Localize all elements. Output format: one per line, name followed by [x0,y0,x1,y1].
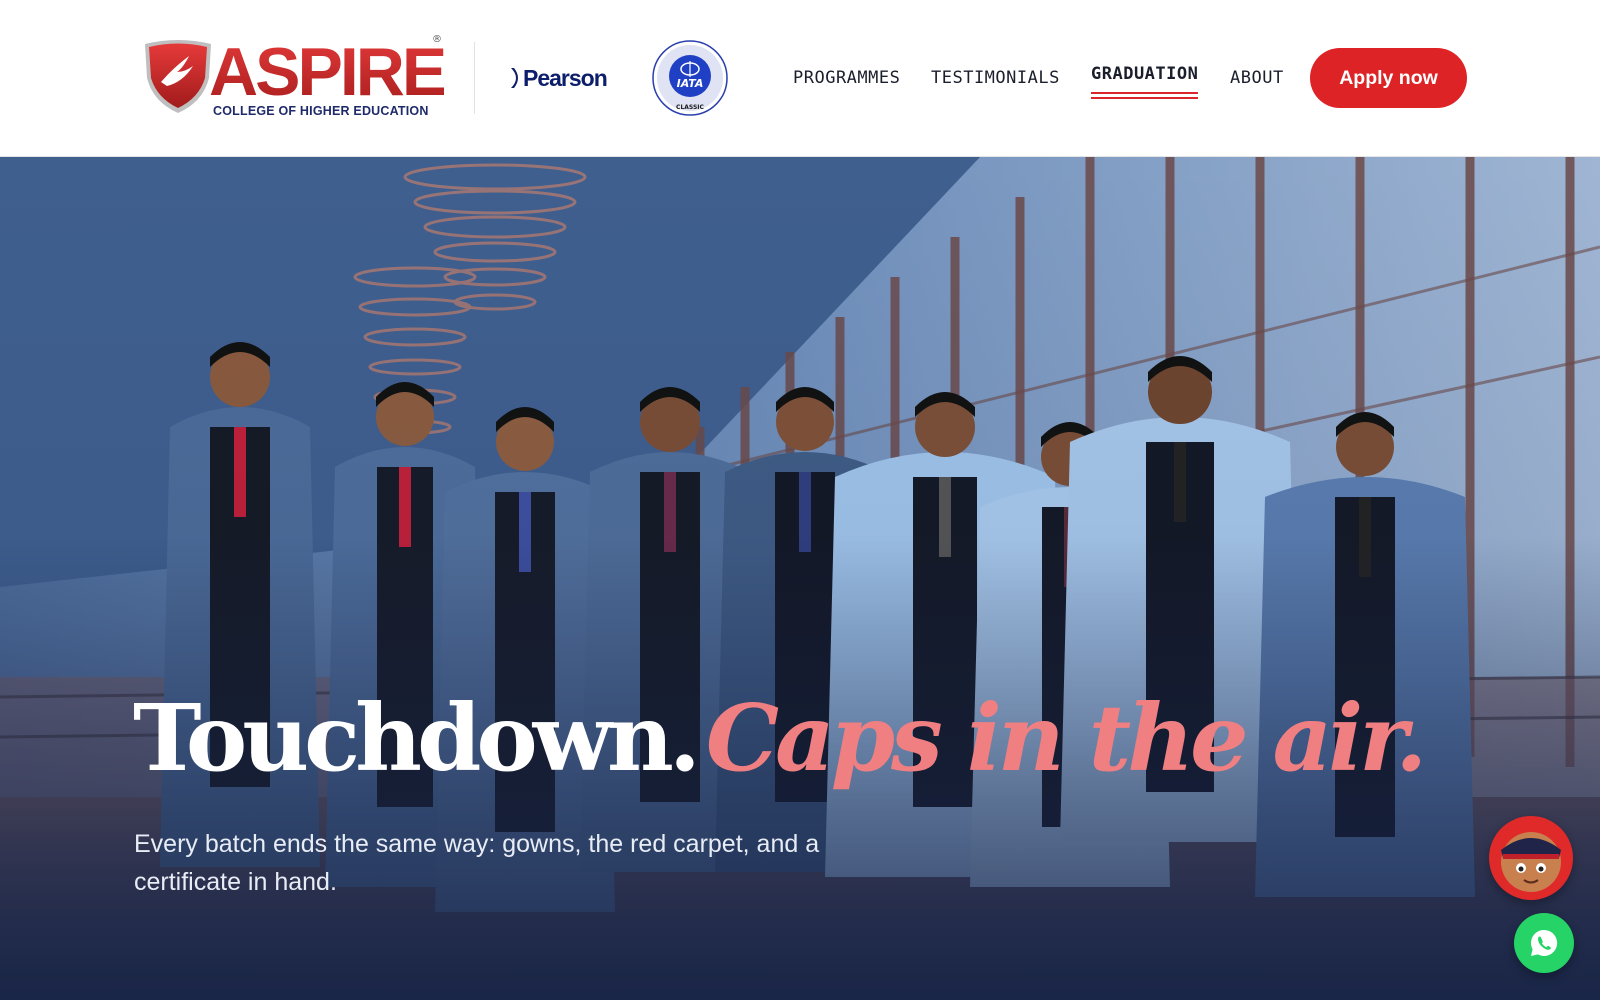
nav-about[interactable]: ABOUT [1230,68,1284,88]
hero-section: Touchdown. Caps in the air. Every batch e… [0,157,1600,1000]
pearson-logo: Pearson [510,62,608,94]
whatsapp-button[interactable] [1514,913,1574,973]
pearson-wordmark: Pearson [523,64,608,91]
hero-subcopy: Every batch ends the same way: gowns, th… [134,830,820,896]
nav-programmes[interactable]: PROGRAMMES [793,68,900,88]
iata-badge-icon: IATA CLASSIC [652,40,728,116]
active-nav-underline [1091,92,1199,99]
mascot-chat-icon [1501,832,1561,892]
headline-main: Touchdown. [133,684,701,792]
nav-testimonials[interactable]: TESTIMONIALS [931,68,1060,88]
mascot-chat-button[interactable] [1489,816,1573,900]
logo-subtitle: COLLEGE OF HIGHER EDUCATION [213,104,429,118]
registered-mark: ® [432,34,442,45]
hero-headline: Touchdown. Caps in the air. [133,684,1427,792]
logo-divider [474,42,475,114]
nav-graduation[interactable]: GRADUATION [1091,64,1199,99]
iata-badge-text: IATA [677,77,704,90]
apply-now-button[interactable]: Apply now [1310,48,1467,108]
headline-accent: Caps in the air. [705,684,1427,792]
iata-badge-bottom: CLASSIC [676,104,704,111]
shield-logo-icon [145,40,211,113]
pearson-mark-icon [511,68,518,88]
whatsapp-icon [1530,929,1558,956]
site-header: ASPIRE ® COLLEGE OF HIGHER EDUCATION Pea… [0,0,1600,157]
aspire-logo[interactable]: ASPIRE ® COLLEGE OF HIGHER EDUCATION [143,34,447,120]
logo-wordmark: ASPIRE [209,34,447,110]
nav-graduation-label: GRADUATION [1091,64,1199,84]
